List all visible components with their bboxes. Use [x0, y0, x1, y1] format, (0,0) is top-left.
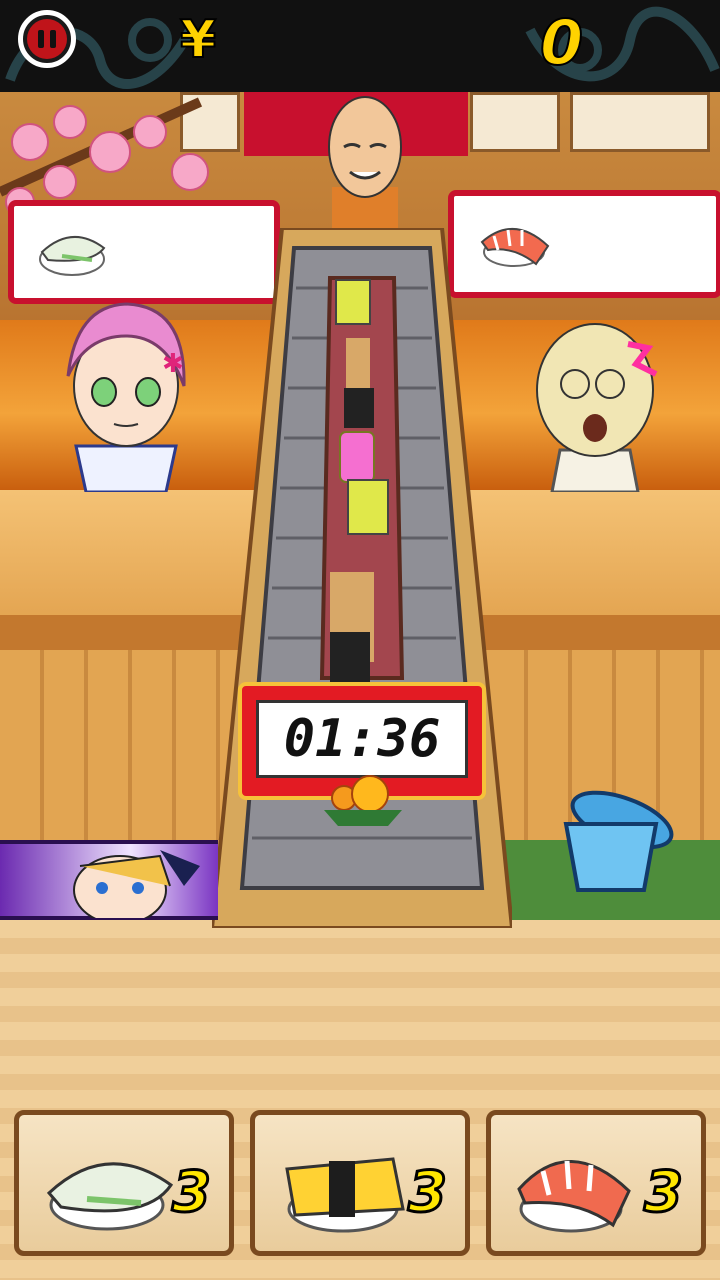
customer-girl[interactable]: ✱ [56, 296, 196, 492]
shrimp-count: 3 [643, 1159, 685, 1227]
shrimp-nigiri-icon [517, 1160, 631, 1233]
score-value: 0 [539, 5, 584, 80]
currency-symbol: ¥ [179, 9, 217, 71]
tamago-nigiri-icon [285, 1157, 405, 1233]
rival-face-icon [73, 850, 200, 918]
tamago-count: 3 [407, 1159, 449, 1227]
timer-display: 01:36 [256, 700, 468, 778]
flower-ornament-icon [324, 775, 402, 826]
squid-nigiri-icon [39, 235, 106, 276]
squid-count: 3 [171, 1159, 213, 1227]
customer-old-man[interactable] [520, 300, 670, 492]
chopstick-holder-icon [344, 338, 374, 428]
wasabi-pot-icon[interactable] [556, 780, 686, 900]
tamago-sushi-button[interactable]: 3 [250, 1110, 470, 1256]
shrimp-sushi-button[interactable]: 3 [486, 1110, 706, 1256]
pause-icon [27, 19, 67, 59]
squid-sushi-button[interactable]: 3 [14, 1110, 234, 1256]
tamago-sushi-on-belt [335, 279, 371, 325]
top-bar [0, 0, 720, 92]
pause-button[interactable] [18, 10, 76, 68]
chef-character [328, 96, 402, 232]
rival-banner [0, 840, 218, 920]
tamago-sushi-on-belt [347, 479, 389, 535]
svg-text:✱: ✱ [162, 349, 184, 379]
squid-nigiri-icon [46, 1162, 174, 1231]
soy-sauce-bottle-icon [339, 431, 375, 483]
cherry-blossom-icon [0, 97, 209, 212]
chopstick-holder-icon [330, 572, 374, 682]
